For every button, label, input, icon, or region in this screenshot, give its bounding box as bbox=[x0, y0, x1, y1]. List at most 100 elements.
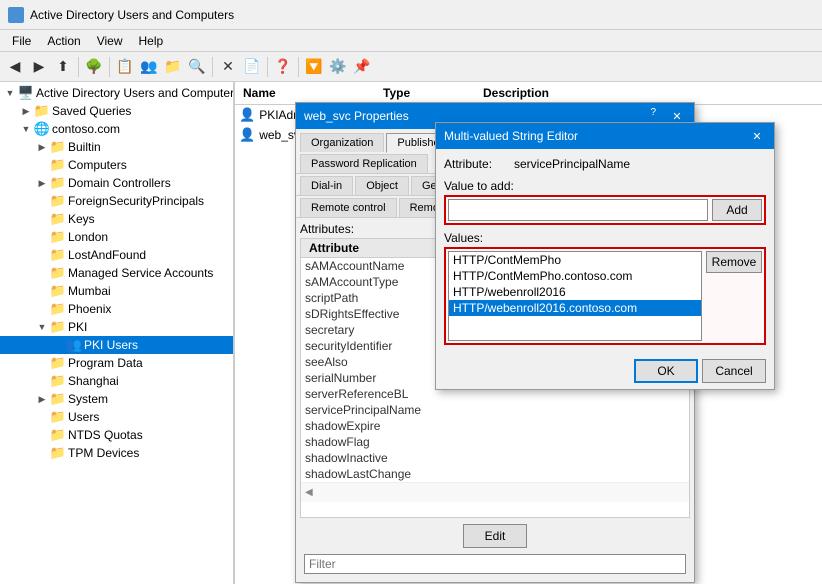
sidebar-item-mumbai[interactable]: 📁 Mumbai bbox=[0, 282, 233, 300]
toolbar-sep-2 bbox=[109, 57, 110, 77]
sidebar-item-shanghai[interactable]: 📁 Shanghai bbox=[0, 372, 233, 390]
label-saved-queries: Saved Queries bbox=[52, 104, 131, 118]
attr-row-shadowexpire[interactable]: shadowExpire bbox=[301, 418, 689, 434]
tab-password-replication[interactable]: Password Replication bbox=[300, 154, 428, 173]
attr-row-shadowflag[interactable]: shadowFlag bbox=[301, 434, 689, 450]
toolbar-create-group[interactable]: 👥 bbox=[138, 56, 160, 78]
toolbar-back[interactable]: ◀ bbox=[4, 56, 26, 78]
sidebar-item-tpm[interactable]: 📁 TPM Devices bbox=[0, 444, 233, 462]
toolbar-show-tree[interactable]: 🌳 bbox=[83, 56, 105, 78]
toolbar-help[interactable]: ❓ bbox=[272, 56, 294, 78]
mv-item-1[interactable]: HTTP/ContMemPho.contoso.com bbox=[449, 268, 701, 284]
tab-dial-in[interactable]: Dial-in bbox=[300, 176, 353, 195]
right-panel: Name Type Description 👤 PKIAdmin User 👤 … bbox=[235, 82, 822, 584]
sidebar-item-ntds[interactable]: 📁 NTDS Quotas bbox=[0, 426, 233, 444]
toolbar-delete[interactable]: ✕ bbox=[217, 56, 239, 78]
sidebar-item-london[interactable]: 📁 London bbox=[0, 228, 233, 246]
sidebar-item-keys[interactable]: 📁 Keys bbox=[0, 210, 233, 228]
expander-saved-queries: ▶ bbox=[18, 103, 34, 119]
menu-help[interactable]: Help bbox=[131, 32, 172, 50]
attr-row-shadowinactive[interactable]: shadowInactive bbox=[301, 450, 689, 466]
mv-item-3[interactable]: HTTP/webenroll2016.contoso.com bbox=[449, 300, 701, 316]
title-bar: Active Directory Users and Computers bbox=[0, 0, 822, 30]
mv-item-2[interactable]: HTTP/webenroll2016 bbox=[449, 284, 701, 300]
toolbar-find[interactable]: 🔍 bbox=[186, 56, 208, 78]
mv-titlebar: Multi-valued String Editor ✕ bbox=[436, 123, 774, 149]
attr-col-header: Attribute bbox=[305, 241, 363, 255]
attr-name-12: shadowInactive bbox=[305, 451, 465, 465]
toolbar-filter[interactable]: 🔽 bbox=[303, 56, 325, 78]
menu-view[interactable]: View bbox=[89, 32, 131, 50]
label-computers: Computers bbox=[68, 158, 127, 172]
toolbar-forward[interactable]: ▶ bbox=[28, 56, 50, 78]
main-layout: ▼ 🖥️ Active Directory Users and Computer… bbox=[0, 82, 822, 584]
label-phoenix: Phoenix bbox=[68, 302, 111, 316]
sidebar-item-foreign[interactable]: 📁 ForeignSecurityPrincipals bbox=[0, 192, 233, 210]
mv-value-input[interactable] bbox=[448, 199, 708, 221]
mv-close-btn[interactable]: ✕ bbox=[748, 127, 766, 145]
icon-keys: 📁 bbox=[50, 211, 66, 227]
toolbar-create-ou[interactable]: 📁 bbox=[162, 56, 184, 78]
icon-pd: 📁 bbox=[50, 355, 66, 371]
attr-name-11: shadowFlag bbox=[305, 435, 465, 449]
tab-remote-control[interactable]: Remote control bbox=[300, 198, 397, 217]
sidebar-item-system[interactable]: ▶ 📁 System bbox=[0, 390, 233, 408]
icon-shanghai: 📁 bbox=[50, 373, 66, 389]
col-header-name[interactable]: Name bbox=[235, 84, 375, 102]
mv-cancel-btn[interactable]: Cancel bbox=[702, 359, 766, 383]
attr-row-shadowlastchange[interactable]: shadowLastChange bbox=[301, 466, 689, 482]
label-ntds: NTDS Quotas bbox=[68, 428, 143, 442]
toolbar-move[interactable]: 📌 bbox=[351, 56, 373, 78]
expander-computers bbox=[34, 157, 50, 173]
sidebar-item-contoso[interactable]: ▼ 🌐 contoso.com bbox=[0, 120, 233, 138]
menu-action[interactable]: Action bbox=[39, 32, 88, 50]
sidebar-item-program-data[interactable]: 📁 Program Data bbox=[0, 354, 233, 372]
tab-object[interactable]: Object bbox=[355, 176, 409, 195]
icon-phoenix: 📁 bbox=[50, 301, 66, 317]
label-mumbai: Mumbai bbox=[68, 284, 111, 298]
sidebar-item-computers[interactable]: 📁 Computers bbox=[0, 156, 233, 174]
col-header-desc[interactable]: Description bbox=[475, 84, 625, 102]
label-london: London bbox=[68, 230, 108, 244]
label-dc: Domain Controllers bbox=[68, 176, 171, 190]
app-title: Active Directory Users and Computers bbox=[30, 8, 234, 22]
mv-remove-btn[interactable]: Remove bbox=[706, 251, 762, 273]
icon-pki: 📁 bbox=[50, 319, 66, 335]
label-contoso: contoso.com bbox=[52, 122, 120, 136]
properties-title: web_svc Properties bbox=[304, 109, 409, 123]
mv-ok-btn[interactable]: OK bbox=[634, 359, 698, 383]
tab-organization[interactable]: Organization bbox=[300, 133, 384, 152]
icon-tpm: 📁 bbox=[50, 445, 66, 461]
mv-add-btn[interactable]: Add bbox=[712, 199, 762, 221]
attr-name-10: shadowExpire bbox=[305, 419, 465, 433]
toolbar-create-user[interactable]: 📋 bbox=[114, 56, 136, 78]
expander-dc: ▶ bbox=[34, 175, 50, 191]
toolbar-properties[interactable]: 📄 bbox=[241, 56, 263, 78]
mv-add-label: Value to add: bbox=[444, 179, 766, 193]
sidebar-item-lostandfound[interactable]: 📁 LostAndFound bbox=[0, 246, 233, 264]
edit-button[interactable]: Edit bbox=[463, 524, 527, 548]
sidebar-item-saved-queries[interactable]: ▶ 📁 Saved Queries bbox=[0, 102, 233, 120]
attr-row-spn[interactable]: servicePrincipalName bbox=[301, 402, 689, 418]
sidebar-item-pki-users[interactable]: 👥 PKI Users bbox=[0, 336, 233, 354]
sidebar-item-root[interactable]: ▼ 🖥️ Active Directory Users and Computer… bbox=[0, 84, 233, 102]
sidebar-item-builtin[interactable]: ▶ 📁 Builtin bbox=[0, 138, 233, 156]
sidebar: ▼ 🖥️ Active Directory Users and Computer… bbox=[0, 82, 235, 584]
sidebar-item-domain-controllers[interactable]: ▶ 📁 Domain Controllers bbox=[0, 174, 233, 192]
mv-input-row: Add bbox=[444, 195, 766, 225]
sidebar-item-pki[interactable]: ▼ 📁 PKI bbox=[0, 318, 233, 336]
sidebar-item-managed-svc[interactable]: 📁 Managed Service Accounts bbox=[0, 264, 233, 282]
label-keys: Keys bbox=[68, 212, 95, 226]
menu-file[interactable]: File bbox=[4, 32, 39, 50]
toolbar-sep-5 bbox=[298, 57, 299, 77]
icon-foreign: 📁 bbox=[50, 193, 66, 209]
toolbar-delegate[interactable]: ⚙️ bbox=[327, 56, 349, 78]
sidebar-item-users[interactable]: 📁 Users bbox=[0, 408, 233, 426]
filter-input[interactable] bbox=[304, 554, 686, 574]
expander-pd bbox=[34, 355, 50, 371]
toolbar-up[interactable]: ⬆ bbox=[52, 56, 74, 78]
col-header-type[interactable]: Type bbox=[375, 84, 475, 102]
mv-item-0[interactable]: HTTP/ContMemPho bbox=[449, 252, 701, 268]
sidebar-item-phoenix[interactable]: 📁 Phoenix bbox=[0, 300, 233, 318]
expander-system: ▶ bbox=[34, 391, 50, 407]
